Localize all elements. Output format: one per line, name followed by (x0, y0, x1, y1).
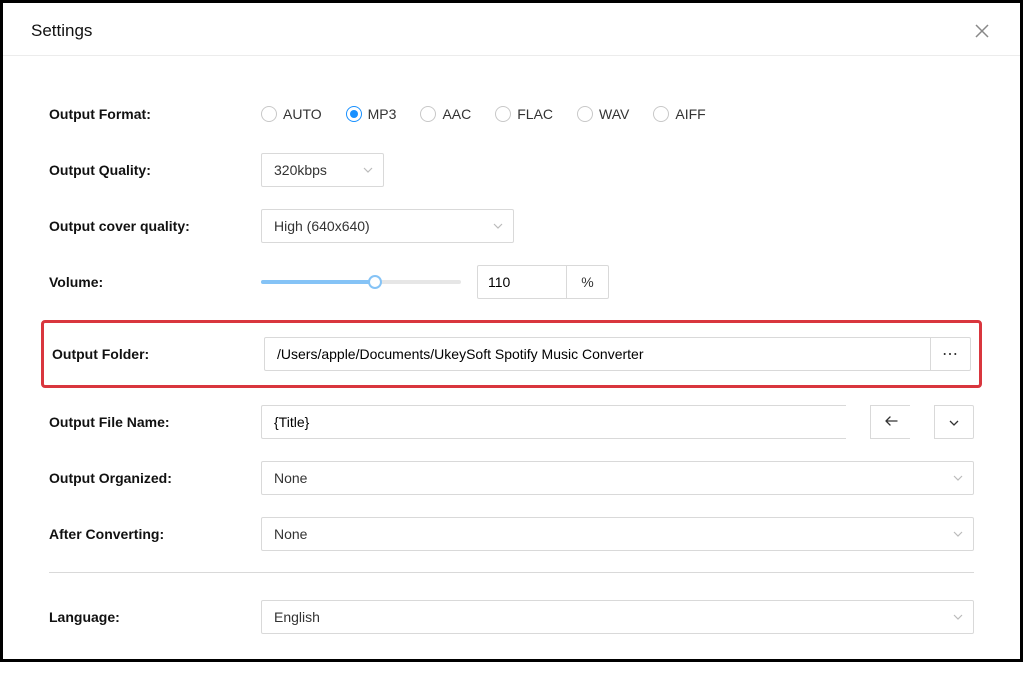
output-file-name-input[interactable] (261, 405, 846, 439)
row-output-cover-quality: Output cover quality: High (640x640) (49, 208, 974, 244)
format-radio-auto[interactable]: AUTO (261, 106, 322, 122)
slider-thumb[interactable] (368, 275, 382, 289)
radio-circle-icon (653, 106, 669, 122)
after-converting-value: None (274, 526, 307, 542)
radio-circle-icon (420, 106, 436, 122)
chevron-down-icon (953, 531, 963, 537)
label-after-converting: After Converting: (49, 526, 261, 542)
output-format-radio-group: AUTO MP3 AAC FLAC WAV AIFF (261, 106, 706, 122)
format-radio-wav[interactable]: WAV (577, 106, 629, 122)
language-select[interactable]: English (261, 600, 974, 634)
output-quality-select[interactable]: 320kbps (261, 153, 384, 187)
close-icon (975, 24, 989, 38)
ellipsis-icon: ⋯ (942, 344, 959, 364)
output-organized-select[interactable]: None (261, 461, 974, 495)
label-output-folder: Output Folder: (52, 346, 264, 362)
chevron-down-icon (363, 167, 373, 173)
label-language: Language: (49, 609, 261, 625)
volume-unit: % (567, 265, 609, 299)
chevron-down-icon (953, 475, 963, 481)
chevron-down-icon (949, 413, 959, 431)
radio-label: MP3 (368, 106, 397, 122)
chevron-down-icon (493, 223, 503, 229)
output-cover-quality-value: High (640x640) (274, 218, 370, 234)
settings-form: Output Format: AUTO MP3 AAC FLAC WAV AIFF Out… (3, 56, 1020, 675)
row-output-file-name: Output File Name: (49, 404, 974, 440)
divider (49, 572, 974, 573)
row-output-organized: Output Organized: None (49, 460, 974, 496)
filename-back-button[interactable] (870, 405, 910, 439)
volume-input[interactable] (477, 265, 567, 299)
format-radio-mp3[interactable]: MP3 (346, 106, 397, 122)
radio-circle-icon (261, 106, 277, 122)
radio-label: AUTO (283, 106, 322, 122)
output-cover-quality-select[interactable]: High (640x640) (261, 209, 514, 243)
radio-label: WAV (599, 106, 629, 122)
format-radio-aiff[interactable]: AIFF (653, 106, 705, 122)
label-volume: Volume: (49, 274, 261, 290)
output-quality-value: 320kbps (274, 162, 327, 178)
format-radio-flac[interactable]: FLAC (495, 106, 553, 122)
close-button[interactable] (972, 21, 992, 41)
row-volume: Volume: % (49, 264, 974, 300)
slider-fill (261, 280, 375, 284)
row-output-quality: Output Quality: 320kbps (49, 152, 974, 188)
label-output-cover-quality: Output cover quality: (49, 218, 261, 234)
radio-label: FLAC (517, 106, 553, 122)
filename-dropdown-button[interactable] (934, 405, 974, 439)
label-output-file-name: Output File Name: (49, 414, 261, 430)
volume-slider[interactable] (261, 274, 461, 290)
radio-label: AAC (442, 106, 471, 122)
dialog-title: Settings (31, 21, 92, 41)
label-output-quality: Output Quality: (49, 162, 261, 178)
row-output-format: Output Format: AUTO MP3 AAC FLAC WAV AIFF (49, 96, 974, 132)
format-radio-aac[interactable]: AAC (420, 106, 471, 122)
chevron-down-icon (953, 614, 963, 620)
label-output-format: Output Format: (49, 106, 261, 122)
row-language: Language: English (49, 599, 974, 635)
arrow-left-icon (884, 413, 898, 431)
radio-circle-icon (346, 106, 362, 122)
output-organized-value: None (274, 470, 307, 486)
radio-circle-icon (495, 106, 511, 122)
language-value: English (274, 609, 320, 625)
after-converting-select[interactable]: None (261, 517, 974, 551)
radio-circle-icon (577, 106, 593, 122)
dialog-header: Settings (3, 3, 1020, 56)
browse-folder-button[interactable]: ⋯ (931, 337, 971, 371)
row-after-converting: After Converting: None (49, 516, 974, 552)
output-folder-input[interactable] (264, 337, 931, 371)
radio-label: AIFF (675, 106, 705, 122)
label-output-organized: Output Organized: (49, 470, 261, 486)
row-output-folder-highlighted: Output Folder: ⋯ (41, 320, 982, 388)
